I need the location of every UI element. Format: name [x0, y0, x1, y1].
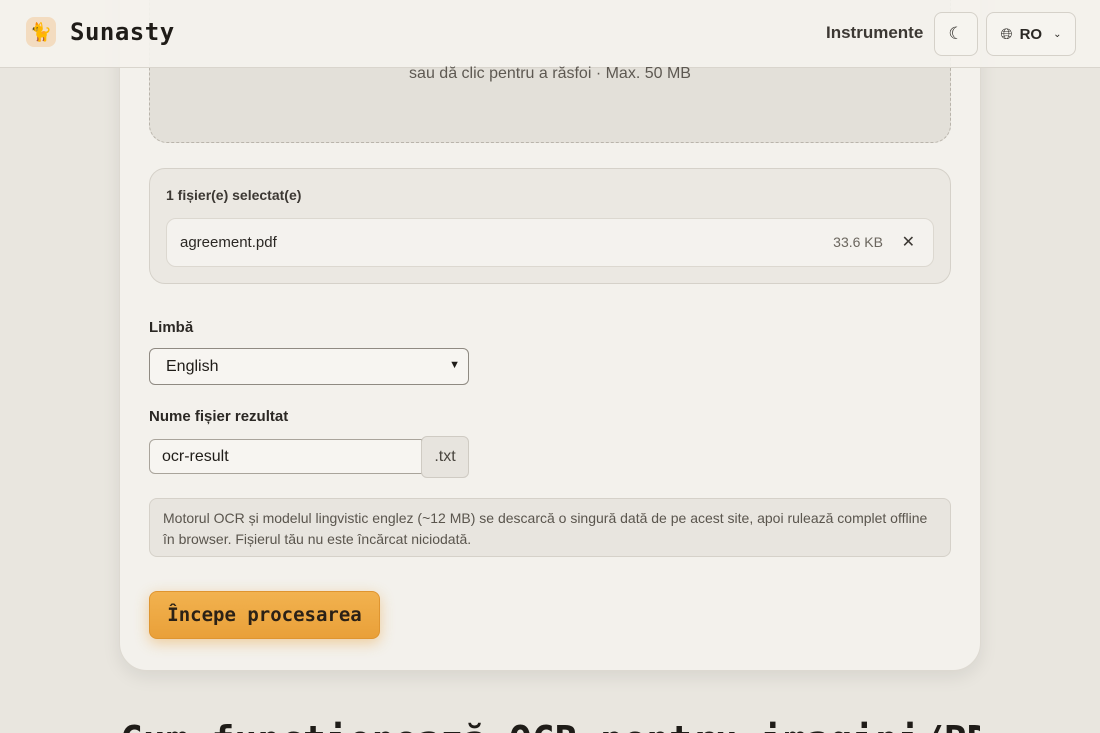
brand[interactable]: 🐈 Sunasty [26, 17, 175, 47]
chevron-down-icon: ▼ [449, 359, 460, 371]
output-name-label: Nume fișier rezultat [149, 408, 289, 425]
nav-tools-link[interactable]: Instrumente [826, 23, 923, 43]
output-name-input[interactable]: ocr-result [149, 439, 422, 474]
file-name: agreement.pdf [180, 234, 277, 251]
file-size: 33.6 KB [833, 234, 883, 250]
brand-name: Sunasty [70, 18, 175, 46]
start-processing-button[interactable]: Începe procesarea [149, 591, 380, 639]
language-switcher-button[interactable]: 🌐︎ RO ⌄ [986, 12, 1076, 56]
output-name-value: ocr-result [162, 448, 229, 465]
moon-icon: ☾ [948, 24, 964, 43]
remove-file-icon[interactable]: ✕ [902, 232, 915, 252]
selected-files-panel: 1 fișier(e) selectat(e) agreement.pdf 33… [149, 168, 951, 284]
chevron-down-icon: ⌄ [1053, 28, 1062, 40]
language-code: RO [1019, 25, 1043, 43]
file-extension-suffix: .txt [421, 436, 469, 478]
dropzone-hint: sau dă clic pentru a răsfoi · Max. 50 MB [409, 65, 691, 82]
top-header: 🐈 Sunasty Instrumente ☾ 🌐︎ RO ⌄ [0, 0, 1100, 68]
language-select[interactable]: English ▼ [149, 348, 469, 385]
file-item: agreement.pdf 33.6 KB ✕ [166, 218, 934, 267]
cat-logo-icon: 🐈 [26, 17, 56, 47]
theme-toggle-button[interactable]: ☾ [934, 12, 978, 56]
files-count-label: 1 fișier(e) selectat(e) [166, 187, 302, 203]
privacy-info-note: Motorul OCR și modelul lingvistic englez… [149, 498, 951, 557]
language-select-value: English [166, 358, 219, 375]
how-it-works-heading: Cum funcționează OCR pentru imagini/PDF … [120, 718, 980, 733]
globe-icon: 🌐︎ [1000, 25, 1013, 43]
language-label: Limbă [149, 319, 194, 336]
